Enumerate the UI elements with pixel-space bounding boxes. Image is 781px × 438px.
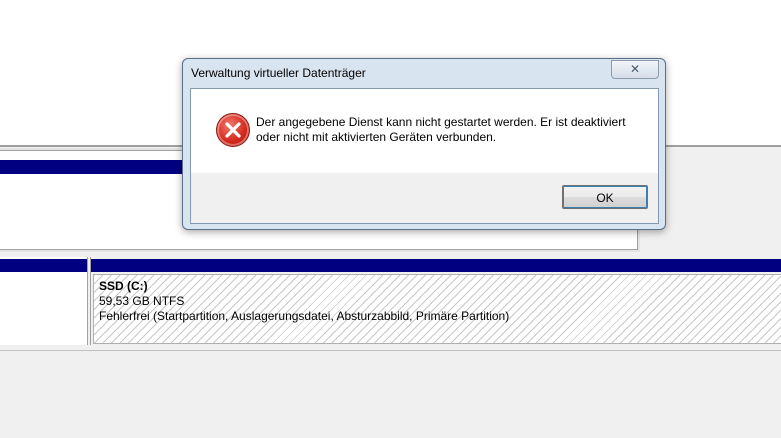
error-message-line1: Der angegebene Dienst kann nicht gestart… xyxy=(256,115,626,129)
dialog-content: Der angegebene Dienst kann nicht gestart… xyxy=(190,88,659,224)
partition-c[interactable]: SSD (C:) 59,53 GB NTFS Fehlerfrei (Start… xyxy=(90,257,781,345)
volume-list-selection-bar[interactable] xyxy=(0,160,185,174)
error-dialog: Verwaltung virtueller Datenträger ✕ Der … xyxy=(182,58,666,230)
dialog-title: Verwaltung virtueller Datenträger xyxy=(191,66,366,80)
disk-info-cell[interactable] xyxy=(0,257,88,345)
partition-header-bar xyxy=(91,259,781,272)
message-area: Der angegebene Dienst kann nicht gestart… xyxy=(191,89,658,173)
disk-header-bar xyxy=(0,259,87,272)
close-icon: ✕ xyxy=(629,62,641,76)
partition-body[interactable]: SSD (C:) 59,53 GB NTFS Fehlerfrei (Start… xyxy=(93,274,781,344)
disk-row: SSD (C:) 59,53 GB NTFS Fehlerfrei (Start… xyxy=(0,257,781,347)
ok-button[interactable]: OK xyxy=(562,185,648,209)
partition-status: Fehlerfrei (Startpartition, Auslagerungs… xyxy=(99,309,510,323)
error-icon xyxy=(216,113,250,147)
error-message-line2: oder nicht mit aktivierten Geräten verbu… xyxy=(256,130,497,144)
partition-size: 59,53 GB NTFS xyxy=(99,294,185,308)
partition-name: SSD (C:) xyxy=(99,279,148,293)
button-area: OK xyxy=(191,173,658,223)
error-message: Der angegebene Dienst kann nicht gestart… xyxy=(256,115,646,145)
close-button[interactable]: ✕ xyxy=(611,60,659,79)
divider xyxy=(0,350,781,351)
